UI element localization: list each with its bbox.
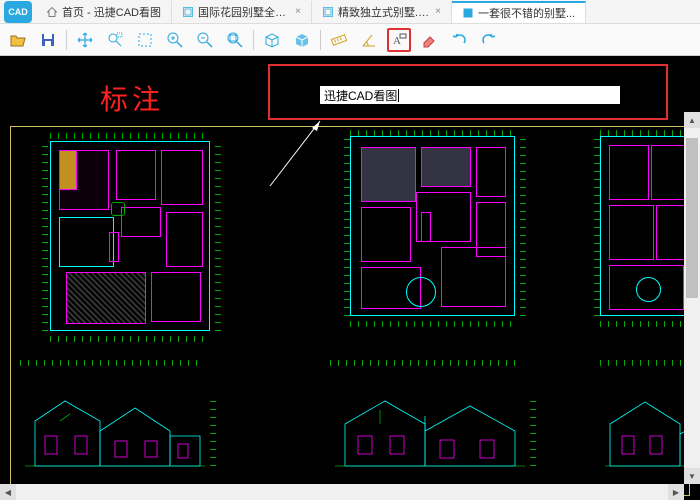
input-value: 迅捷CAD看图 xyxy=(324,87,397,104)
toolbar: A xyxy=(0,24,700,56)
dimension-line xyxy=(50,133,210,139)
tab-label: 国际花园别墅全套... xyxy=(198,4,291,20)
save-button[interactable] xyxy=(36,28,60,52)
ruler-button[interactable] xyxy=(327,28,351,52)
scroll-right-button[interactable]: ▶ xyxy=(668,484,684,500)
floor-plan-3 xyxy=(600,136,690,316)
tab-file-2[interactable]: 精致独立式别墅.dwg × xyxy=(312,1,452,23)
zoom-fit-button[interactable] xyxy=(223,28,247,52)
open-button[interactable] xyxy=(6,28,30,52)
elevation-2 xyxy=(330,366,530,476)
tab-home[interactable]: 首页 - 迅捷CAD看图 xyxy=(36,1,172,23)
vertical-scrollbar[interactable]: ▲ ▼ xyxy=(684,112,700,484)
cad-file-icon xyxy=(322,6,334,18)
close-icon[interactable]: × xyxy=(435,6,441,17)
dimension-line xyxy=(520,136,526,316)
horizontal-scrollbar[interactable]: ◀ ▶ xyxy=(0,484,684,500)
text-annotation-button[interactable]: A xyxy=(387,28,411,52)
redo-button[interactable] xyxy=(477,28,501,52)
dimension-line xyxy=(600,321,690,327)
elevation-1 xyxy=(20,366,210,476)
scroll-left-button[interactable]: ◀ xyxy=(0,484,16,500)
tab-bar: CAD 首页 - 迅捷CAD看图 国际花园别墅全套... × 精致独立式别墅.d… xyxy=(0,0,700,24)
tab-label: 精致独立式别墅.dwg xyxy=(338,4,431,20)
tab-file-3[interactable]: 一套很不错的别墅... xyxy=(452,1,586,23)
cad-file-icon xyxy=(462,7,474,19)
close-icon[interactable]: × xyxy=(295,6,301,17)
zoom-window-button[interactable] xyxy=(103,28,127,52)
3d-solid-button[interactable] xyxy=(290,28,314,52)
separator xyxy=(66,30,67,50)
tab-label: 首页 - 迅捷CAD看图 xyxy=(62,4,161,20)
scroll-track[interactable] xyxy=(684,128,700,468)
zoom-out-button[interactable] xyxy=(193,28,217,52)
scroll-down-button[interactable]: ▼ xyxy=(684,468,700,484)
dimension-line xyxy=(350,321,515,327)
app-logo: CAD xyxy=(4,1,32,23)
select-box-button[interactable] xyxy=(133,28,157,52)
undo-button[interactable] xyxy=(447,28,471,52)
tab-file-1[interactable]: 国际花园别墅全套... × xyxy=(172,1,312,23)
scroll-thumb[interactable] xyxy=(686,138,698,298)
separator xyxy=(253,30,254,50)
3d-box-button[interactable] xyxy=(260,28,284,52)
eraser-button[interactable] xyxy=(417,28,441,52)
dimension-line xyxy=(50,336,210,342)
floor-plan-2 xyxy=(350,136,515,316)
move-button[interactable] xyxy=(73,28,97,52)
tab-label: 一套很不错的别墅... xyxy=(478,5,575,21)
annotation-label: 标注 xyxy=(100,78,164,118)
cad-file-icon xyxy=(182,6,194,18)
separator xyxy=(320,30,321,50)
dimension-line xyxy=(215,141,221,331)
drawing-canvas[interactable]: 标注 迅捷CAD看图 xyxy=(0,56,700,500)
scroll-up-button[interactable]: ▲ xyxy=(684,112,700,128)
stair-circle xyxy=(406,277,436,307)
text-cursor xyxy=(398,89,399,102)
zoom-in-button[interactable] xyxy=(163,28,187,52)
column-marker xyxy=(111,202,125,216)
floor-plan-1 xyxy=(50,141,210,331)
text-annotation-input[interactable]: 迅捷CAD看图 xyxy=(320,86,620,104)
dimension-line xyxy=(42,141,48,331)
angle-button[interactable] xyxy=(357,28,381,52)
home-icon xyxy=(46,6,58,18)
